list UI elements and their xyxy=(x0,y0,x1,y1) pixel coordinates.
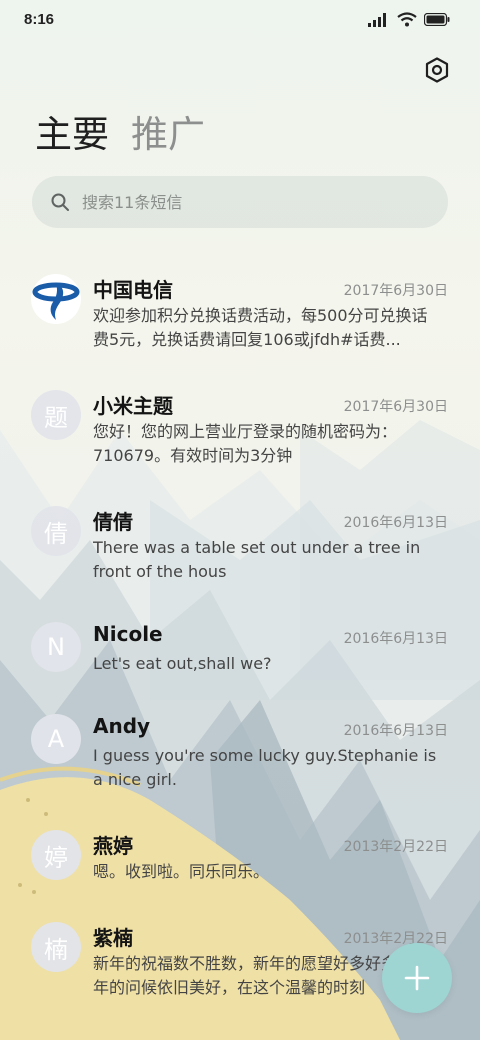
signal-icon xyxy=(368,12,386,27)
battery-icon xyxy=(424,13,450,26)
sender-name: 倩倩 xyxy=(93,510,133,534)
wifi-icon xyxy=(397,12,417,27)
category-tabs: 主要 推广 xyxy=(35,110,205,160)
message-date: 2013年2月22日 xyxy=(343,931,448,947)
message-item-nicole[interactable]: N Nicole 2016年6月13日 Let's eat out,shall … xyxy=(0,610,480,702)
search-icon xyxy=(51,193,69,211)
plus-icon xyxy=(404,965,430,991)
avatar xyxy=(31,274,81,324)
sender-name: Nicole xyxy=(93,622,163,646)
message-date: 2013年2月22日 xyxy=(343,839,448,855)
search-bar[interactable] xyxy=(32,176,448,228)
avatar: 楠 xyxy=(31,922,81,972)
settings-hexagon-icon xyxy=(425,57,449,83)
search-input[interactable] xyxy=(82,192,412,212)
sender-name: 燕婷 xyxy=(93,834,133,858)
message-date: 2016年6月13日 xyxy=(343,631,448,647)
tab-promotions[interactable]: 推广 xyxy=(131,110,205,160)
status-icons xyxy=(368,12,450,27)
sender-name: Andy xyxy=(93,714,151,738)
sender-name: 小米主题 xyxy=(93,394,173,418)
message-date: 2016年6月13日 xyxy=(343,515,448,531)
message-preview: There was a table set out under a tree i… xyxy=(93,538,421,581)
avatar: A xyxy=(31,714,81,764)
china-telecom-logo xyxy=(32,282,80,320)
tab-primary[interactable]: 主要 xyxy=(35,110,109,160)
settings-button[interactable] xyxy=(422,55,452,85)
message-list: 中国电信 2017年6月30日 欢迎参加积分兑换话费活动，每500分可兑换话费5… xyxy=(0,262,480,1026)
message-date: 2017年6月30日 xyxy=(343,399,448,415)
message-date: 2017年6月30日 xyxy=(343,283,448,299)
avatar: N xyxy=(31,622,81,672)
message-preview: 欢迎参加积分兑换话费活动，每500分可兑换话费5元，兑换话费请回复106或jfd… xyxy=(93,306,428,349)
message-item-qianqian[interactable]: 倩 倩倩 2016年6月13日 There was a table set ou… xyxy=(0,494,480,610)
messages-screen: 8:16 主要 推广 搜索11条短信 中国电信 2017年6月30日 欢迎参加积… xyxy=(0,0,480,1040)
status-bar: 8:16 xyxy=(0,0,480,42)
sender-name: 中国电信 xyxy=(93,278,173,302)
message-item-china-telecom[interactable]: 中国电信 2017年6月30日 欢迎参加积分兑换话费活动，每500分可兑换话费5… xyxy=(0,262,480,378)
message-preview: 您好！您的网上营业厅登录的随机密码为：710679。有效时间为3分钟 xyxy=(93,422,398,465)
new-message-button[interactable] xyxy=(382,943,452,1013)
sender-name: 紫楠 xyxy=(93,926,133,950)
message-item-xiaomi-theme[interactable]: 题 小米主题 2017年6月30日 您好！您的网上营业厅登录的随机密码为：710… xyxy=(0,378,480,494)
message-date: 2016年6月13日 xyxy=(343,723,448,739)
message-item-yanting[interactable]: 婷 燕婷 2013年2月22日 嗯。收到啦。同乐同乐。 xyxy=(0,818,480,910)
message-preview: 嗯。收到啦。同乐同乐。 xyxy=(93,862,270,881)
message-item-andy[interactable]: A Andy 2016年6月13日 I guess you're some lu… xyxy=(0,702,480,818)
message-preview: Let's eat out,shall we? xyxy=(93,654,272,673)
avatar: 题 xyxy=(31,390,81,440)
status-time: 8:16 xyxy=(24,11,55,28)
avatar: 婷 xyxy=(31,830,81,880)
avatar: 倩 xyxy=(31,506,81,556)
message-preview: I guess you're some lucky guy.Stephanie … xyxy=(93,746,437,789)
